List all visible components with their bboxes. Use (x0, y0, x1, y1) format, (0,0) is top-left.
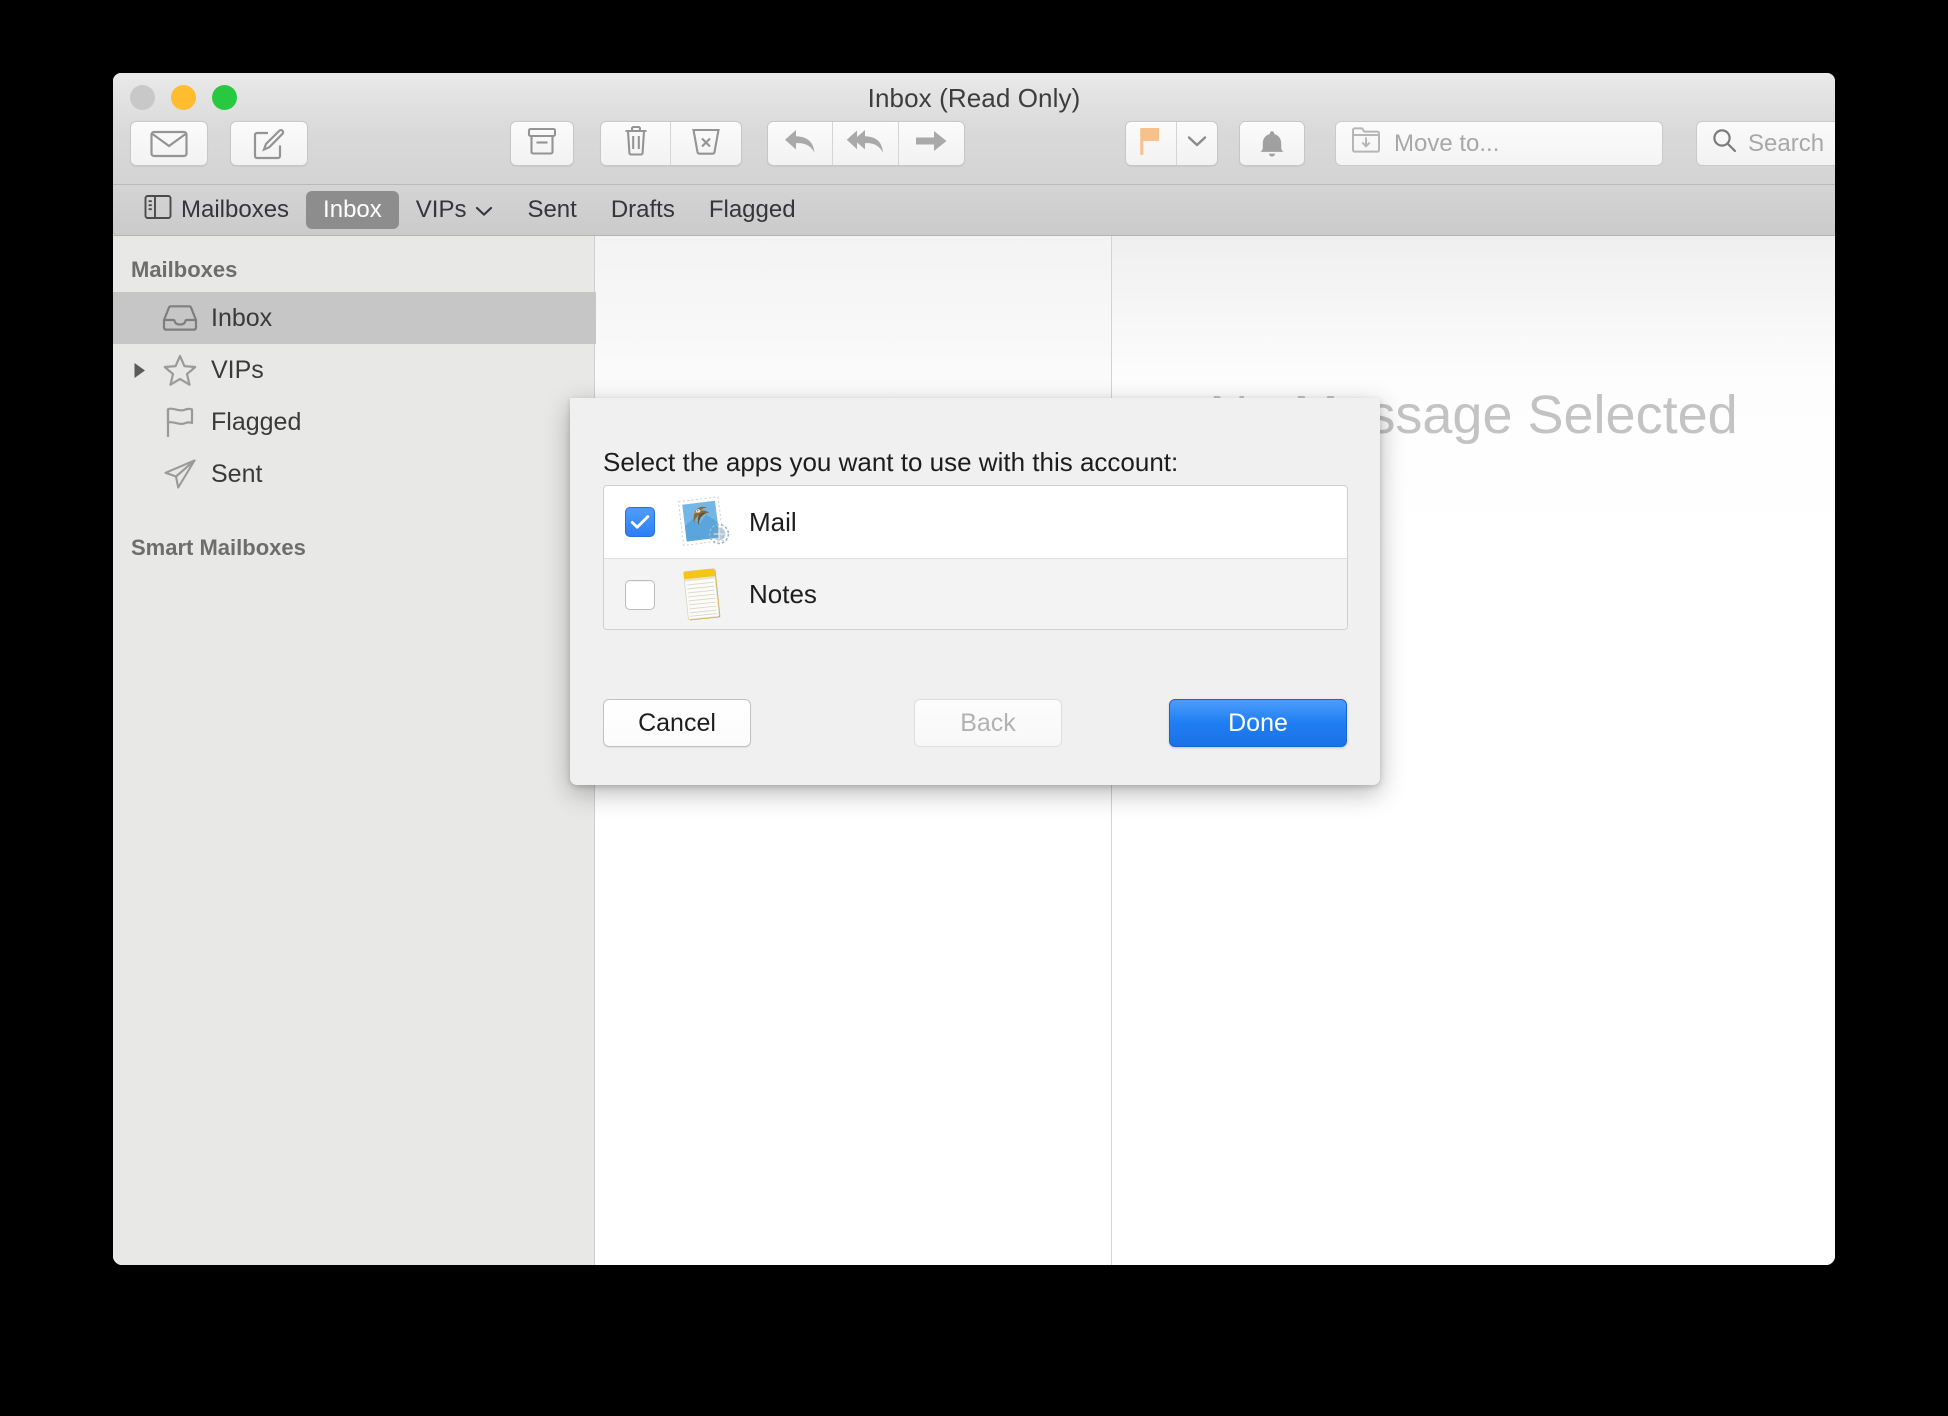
sidebar-section-mailboxes: Mailboxes (131, 257, 238, 282)
search-placeholder: Search (1748, 129, 1825, 157)
favorites-item-drafts[interactable]: Drafts (594, 191, 692, 229)
favorites-item-vips[interactable]: VIPs (399, 191, 511, 229)
back-button: Back (914, 699, 1062, 747)
sidebar-item-label: Sent (211, 459, 263, 488)
favorites-item-label: Flagged (708, 196, 796, 223)
favorites-item-flagged[interactable]: Flagged (692, 191, 813, 229)
titlebar: Inbox (Read Only) Move to... Search (113, 73, 1835, 185)
reply-button[interactable] (768, 122, 834, 165)
reply-all-icon (846, 127, 886, 160)
disclosure-placeholder (131, 309, 149, 327)
mail-window: Inbox (Read Only) Move to... Search Mail… (113, 73, 1835, 1265)
sidebar-item-label: Inbox (211, 303, 273, 332)
forward-icon (914, 129, 948, 158)
move-to-icon (1351, 126, 1381, 161)
account-apps-sheet: Select the apps you want to use with thi… (570, 398, 1380, 785)
sidebar-item-sent[interactable]: Sent (113, 448, 594, 500)
sheet-prompt-label: Select the apps you want to use with thi… (603, 447, 1179, 477)
flag-icon (161, 406, 199, 439)
sidebar-item-inbox[interactable]: Inbox (113, 292, 596, 344)
body-area: Mailboxes Inbox VIPs Flagged Sent Smart … (113, 236, 1835, 1265)
star-icon (161, 354, 199, 387)
chevron-down-icon (1187, 135, 1207, 153)
disclosure-triangle-icon[interactable] (131, 361, 149, 379)
app-label-mail: Mail (749, 506, 797, 537)
delete-button[interactable] (601, 122, 671, 165)
envelope-icon (150, 130, 188, 158)
sidebar-item-flagged[interactable]: Flagged (113, 396, 594, 448)
window-title: Inbox (Read Only) (867, 83, 1081, 113)
sidebar-toggle-icon (144, 194, 172, 227)
notes-checkbox[interactable] (625, 579, 655, 610)
search-field[interactable]: Search (1696, 121, 1835, 166)
compose-button[interactable] (230, 121, 308, 166)
favorites-item-label: VIPs (415, 196, 467, 223)
app-selection-list: Mail Notes (603, 485, 1348, 630)
move-to-button[interactable]: Move to... (1335, 121, 1663, 166)
mail-app-icon (669, 493, 735, 551)
reply-group (767, 121, 965, 166)
trash-icon (623, 125, 649, 162)
junk-button[interactable] (671, 122, 741, 165)
compose-icon (253, 128, 285, 160)
get-mail-button[interactable] (130, 121, 208, 166)
archive-button[interactable] (511, 122, 573, 165)
archive-button-group (510, 121, 574, 166)
inbox-icon (161, 304, 199, 332)
search-icon (1711, 127, 1737, 160)
favorites-bar: Mailboxes Inbox VIPs Sent Drafts Flagged (113, 185, 1835, 236)
app-row-notes[interactable]: Notes (604, 558, 1347, 629)
mail-checkbox[interactable] (625, 507, 655, 537)
disclosure-placeholder (131, 413, 149, 431)
favorites-item-sent[interactable]: Sent (510, 191, 593, 229)
notes-app-icon (669, 566, 735, 624)
flag-group (1125, 121, 1218, 166)
flag-icon (1138, 126, 1164, 161)
chevron-down-icon (475, 196, 493, 224)
disclosure-placeholder (131, 465, 149, 483)
favorites-item-label: Inbox (323, 196, 382, 223)
mailbox-sidebar: Mailboxes Inbox VIPs Flagged Sent Smart … (113, 236, 596, 1265)
mute-notifications-button[interactable] (1239, 121, 1305, 166)
sidebar-item-label: VIPs (211, 355, 264, 384)
done-button[interactable]: Done (1169, 699, 1347, 747)
junk-icon (691, 126, 721, 161)
favorites-item-label: Drafts (610, 196, 675, 223)
flag-button[interactable] (1126, 122, 1178, 165)
bell-icon (1258, 129, 1286, 159)
favorites-mailboxes-toggle[interactable]: Mailboxes (127, 189, 306, 232)
favorites-item-label: Sent (527, 196, 577, 223)
sidebar-item-label: Flagged (211, 407, 302, 436)
reply-all-button[interactable] (833, 122, 899, 165)
sent-icon (161, 458, 199, 490)
move-to-label: Move to... (1394, 129, 1500, 157)
archive-icon (527, 126, 557, 161)
favorites-item-label: Mailboxes (181, 196, 290, 223)
flag-menu-button[interactable] (1177, 122, 1217, 165)
reply-icon (783, 127, 817, 160)
sidebar-item-vips[interactable]: VIPs (113, 344, 594, 396)
cancel-button[interactable]: Cancel (603, 699, 751, 747)
app-row-mail[interactable]: Mail (604, 486, 1347, 558)
forward-button[interactable] (899, 122, 964, 165)
app-label-notes: Notes (749, 579, 817, 609)
sheet-button-row: Cancel Back Done (603, 699, 1347, 747)
favorites-item-inbox[interactable]: Inbox (306, 191, 399, 229)
sidebar-section-smart-mailboxes: Smart Mailboxes (131, 535, 306, 560)
delete-junk-group (600, 121, 742, 166)
